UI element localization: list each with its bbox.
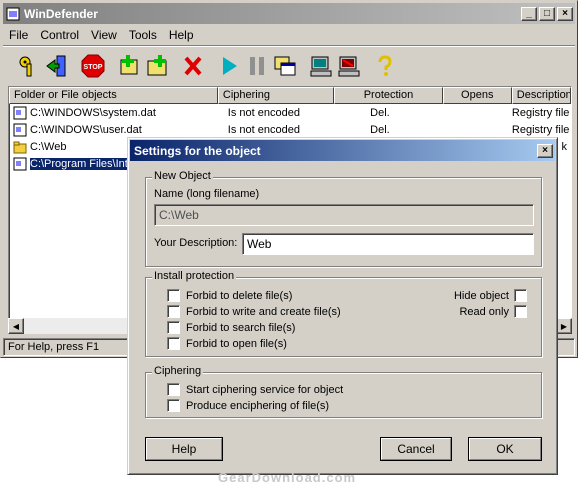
forbid-search-checkbox[interactable]: Forbid to search file(s) (167, 321, 295, 334)
toolbar: STOP (3, 45, 575, 85)
object-name: C:\Web (30, 140, 67, 153)
menu-control[interactable]: Control (34, 28, 85, 42)
computer-button[interactable] (307, 52, 335, 80)
start-ciphering-checkbox[interactable]: Start ciphering service for object (167, 383, 343, 396)
stop-button[interactable]: STOP (79, 52, 107, 80)
stop-icon: STOP (81, 54, 105, 77)
ciphering-group-label: Ciphering (152, 365, 204, 377)
object-protection: Del. (370, 123, 390, 136)
hide-object-checkbox[interactable]: Hide object (454, 289, 527, 302)
object-name: C:\WINDOWS\system.dat (30, 106, 156, 119)
exit-icon (46, 55, 66, 76)
object-description: Registry file (511, 106, 570, 119)
add-folder-icon (147, 54, 167, 75)
scroll-left-icon[interactable]: ◀ (8, 318, 24, 334)
menu-help[interactable]: Help (163, 28, 200, 42)
play-icon (223, 56, 237, 75)
window-title: WinDefender (24, 6, 98, 21)
col-header-description[interactable]: Description (511, 87, 571, 104)
file-icon (13, 106, 27, 119)
new-object-group-label: New Object (152, 170, 213, 182)
name-label: Name (long filename) (154, 188, 260, 200)
object-protection: Del. (370, 106, 390, 119)
object-ciphering: Is not encoded (227, 123, 300, 136)
produce-enciphering-label: Produce enciphering of file(s) (186, 399, 330, 412)
forbid-open-checkbox[interactable]: Forbid to open file(s) (167, 337, 287, 350)
cancel-button-label: Cancel (381, 438, 451, 460)
main-title-bar[interactable]: WinDefender _ □ × (3, 3, 575, 24)
keys-button[interactable] (15, 52, 43, 80)
dialog-close-button[interactable]: × (537, 143, 553, 158)
menu-view[interactable]: View (85, 28, 123, 42)
computer-blocked-button[interactable] (335, 52, 363, 80)
delete-button[interactable] (179, 52, 207, 80)
computer-icon (310, 56, 332, 76)
pause-button[interactable] (243, 52, 271, 80)
col-header-ciphering[interactable]: Ciphering (217, 87, 335, 104)
list-item[interactable]: C:\WINDOWS\user.dat Is not encoded Del. … (9, 121, 571, 138)
col-header-protection[interactable]: Protection (334, 87, 443, 104)
exit-button[interactable] (43, 52, 71, 80)
install-protection-group-label: Install protection (152, 270, 237, 282)
pause-icon (250, 56, 264, 75)
object-name: C:\WINDOWS\user.dat (30, 123, 142, 136)
object-name: C:\Program Files\Inte (30, 157, 134, 170)
keys-icon (19, 56, 32, 76)
help-button-label: Help (146, 438, 222, 460)
close-button[interactable]: × (557, 6, 573, 21)
produce-enciphering-checkbox[interactable]: Produce enciphering of file(s) (167, 399, 329, 412)
help-button[interactable] (371, 52, 399, 80)
name-field: C:\Web (154, 204, 534, 226)
hide-object-label: Hide object (453, 289, 509, 302)
forbid-search-label: Forbid to search file(s) (186, 321, 296, 334)
settings-dialog: Settings for the object × New Object Nam… (127, 137, 558, 475)
file-icon (13, 157, 27, 170)
new-object-group: New Object Name (long filename) C:\Web Y… (145, 170, 542, 267)
play-button[interactable] (215, 52, 243, 80)
help-button[interactable]: Help (145, 437, 223, 461)
cancel-button[interactable]: Cancel (380, 437, 452, 461)
minimize-button[interactable]: _ (521, 6, 537, 21)
add-file-button[interactable] (115, 52, 143, 80)
ok-button[interactable]: OK (468, 437, 542, 461)
list-item[interactable]: C:\WINDOWS\system.dat Is not encoded Del… (9, 104, 571, 121)
description-label: Your Description: (154, 237, 238, 249)
help-icon (378, 54, 392, 76)
menu-tools[interactable]: Tools (123, 28, 163, 42)
delete-icon (184, 56, 202, 75)
file-icon (13, 123, 27, 136)
menu-file[interactable]: File (3, 28, 34, 42)
windows-icon (274, 56, 296, 75)
start-ciphering-label: Start ciphering service for object (186, 383, 344, 396)
ok-button-label: OK (469, 438, 541, 460)
install-protection-group: Install protection Forbid to delete file… (145, 270, 542, 357)
read-only-label: Read only (459, 305, 509, 318)
forbid-open-label: Forbid to open file(s) (186, 337, 287, 350)
dialog-title-bar[interactable]: Settings for the object × (130, 140, 555, 161)
add-file-icon (120, 54, 138, 74)
watermark: GearDownload.com (218, 470, 357, 485)
forbid-write-checkbox[interactable]: Forbid to write and create file(s) (167, 305, 341, 318)
computer-blocked-icon (338, 56, 360, 76)
dialog-title: Settings for the object (134, 143, 261, 158)
read-only-checkbox[interactable]: Read only (459, 305, 527, 318)
maximize-button[interactable]: □ (539, 6, 555, 21)
scroll-right-icon[interactable]: ▶ (556, 318, 572, 334)
stop-icon-text: STOP (84, 64, 103, 71)
object-description: Registry file (511, 123, 570, 136)
description-input[interactable]: Web (242, 233, 534, 255)
folder-icon (13, 141, 27, 153)
col-header-opens[interactable]: Opens (442, 87, 512, 104)
menu-bar: File Control View Tools Help (3, 26, 575, 44)
forbid-delete-label: Forbid to delete file(s) (186, 289, 293, 302)
forbid-delete-checkbox[interactable]: Forbid to delete file(s) (167, 289, 292, 302)
windows-button[interactable] (271, 52, 299, 80)
app-icon (6, 7, 20, 20)
col-header-objects[interactable]: Folder or File objects (9, 87, 218, 104)
ciphering-group: Ciphering Start ciphering service for ob… (145, 365, 542, 418)
forbid-write-label: Forbid to write and create file(s) (186, 305, 341, 318)
add-folder-button[interactable] (143, 52, 171, 80)
list-header: Folder or File objects Ciphering Protect… (9, 87, 571, 104)
object-ciphering: Is not encoded (227, 106, 300, 119)
